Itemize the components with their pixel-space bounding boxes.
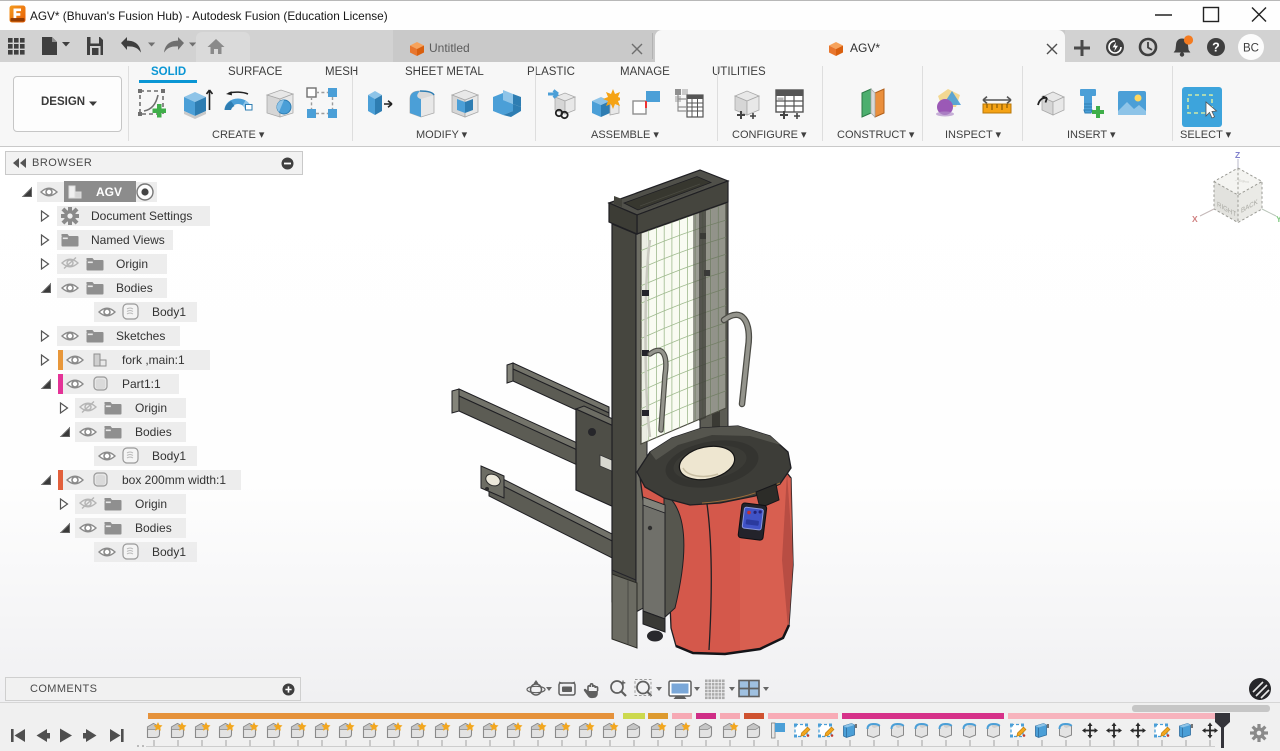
- svg-text:BC: BC: [1243, 43, 1259, 55]
- svg-text:?: ?: [1212, 41, 1220, 55]
- svg-text:X: X: [1192, 214, 1198, 224]
- svg-text:Y: Y: [1276, 214, 1280, 224]
- svg-text:Z: Z: [1235, 150, 1240, 160]
